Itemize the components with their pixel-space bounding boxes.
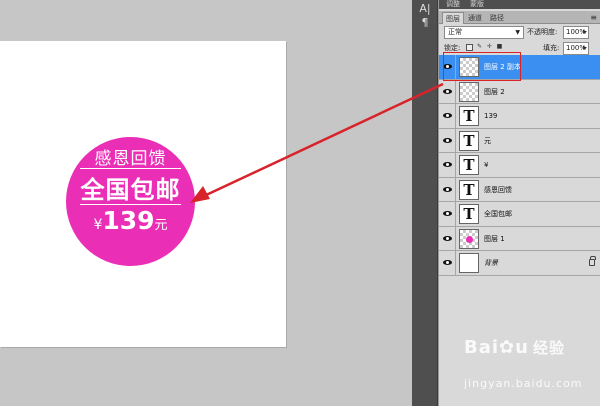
watermark-logo: Bai✿u 经验: [464, 337, 565, 358]
layer-row[interactable]: 图层 2: [439, 79, 600, 104]
blend-row: 正常 ▼ 不透明度: 100% ▶: [439, 25, 600, 40]
tab-adjustments[interactable]: 调整: [443, 0, 463, 9]
divider: [455, 104, 456, 128]
layer-thumbnail: [459, 81, 479, 102]
text-layer-icon: T: [459, 179, 479, 200]
lock-icon: [589, 256, 596, 266]
collapsed-panel-strip: A| ¶: [412, 0, 438, 406]
highlight-box: [443, 52, 521, 81]
layers-tab-bar: 图层 通道 路径 ≡: [439, 11, 600, 24]
watermark-url: jingyan.baidu.com: [464, 377, 583, 390]
layer-thumbnail: [459, 253, 479, 273]
layer-row[interactable]: T 元: [439, 128, 600, 153]
fill-label: 填充:: [543, 44, 560, 52]
badge-divider-top: [80, 168, 181, 169]
opacity-label: 不透明度:: [527, 28, 558, 36]
divider: [455, 251, 456, 275]
badge-unit: 元: [154, 218, 168, 233]
layer-list: 图层 2 副本 图层 2 T 139 T 元 T ¥ T 感恩回馈 T 全国包邮…: [439, 55, 600, 276]
blend-mode-value: 正常: [448, 28, 462, 36]
paragraph-icon[interactable]: ¶: [416, 15, 434, 31]
layer-name: 元: [484, 136, 491, 145]
eye-icon[interactable]: [443, 235, 452, 242]
eye-icon[interactable]: [443, 137, 452, 144]
pink-circle-preview: [466, 235, 473, 243]
tab-masks[interactable]: 蒙版: [467, 0, 487, 9]
layer-name: 全国包邮: [484, 210, 512, 218]
layer-row[interactable]: 图层 1: [439, 226, 600, 251]
layer-name: 139: [484, 112, 498, 120]
eye-icon[interactable]: [443, 186, 452, 193]
tab-layers[interactable]: 图层: [442, 12, 464, 24]
eye-icon[interactable]: [443, 210, 452, 217]
chevron-down-icon: ▼: [515, 29, 520, 36]
eye-icon[interactable]: [443, 88, 452, 95]
chevron-right-icon: ▶: [583, 29, 587, 35]
layer-name: ¥: [484, 161, 489, 169]
blend-mode-select[interactable]: 正常 ▼: [444, 26, 524, 39]
fill-input[interactable]: 100% ▶: [563, 42, 589, 55]
text-layer-icon: T: [459, 155, 479, 175]
eye-icon[interactable]: [443, 161, 452, 168]
layer-name: 背景: [484, 259, 498, 267]
layer-name: 图层 2: [484, 87, 505, 96]
badge-line1: 感恩回馈: [94, 149, 167, 169]
eye-icon[interactable]: [443, 259, 452, 266]
layer-thumbnail: [459, 228, 479, 249]
divider: [455, 226, 456, 250]
paw-icon: ✿: [499, 337, 516, 358]
adjustments-tab-bar: 调整 蒙版: [439, 0, 600, 9]
divider: [455, 153, 456, 177]
panel-menu-icon[interactable]: ≡: [590, 13, 597, 22]
layer-name: 感恩回馈: [484, 185, 512, 194]
eye-icon[interactable]: [443, 112, 452, 119]
opacity-input[interactable]: 100% ▶: [563, 26, 589, 39]
divider: [455, 128, 456, 152]
layer-row[interactable]: 背景: [439, 251, 600, 276]
divider: [455, 202, 456, 226]
price-badge: 感恩回馈 全国包邮 ¥139元: [66, 137, 195, 266]
badge-divider-bottom: [80, 204, 181, 205]
text-layer-icon: T: [459, 204, 479, 224]
layer-name: 图层 1: [484, 234, 505, 243]
lock-transparent-icon[interactable]: [466, 44, 473, 51]
tab-channels[interactable]: 通道: [465, 12, 485, 24]
canvas-area[interactable]: 感恩回馈 全国包邮 ¥139元: [0, 0, 412, 406]
document-canvas[interactable]: 感恩回馈 全国包邮 ¥139元: [0, 41, 286, 347]
badge-price: ¥139元: [66, 206, 195, 235]
tab-paths[interactable]: 路径: [487, 12, 507, 24]
lock-image-brush-icon[interactable]: ✎: [476, 44, 483, 51]
divider: [455, 79, 456, 103]
text-layer-icon: T: [459, 106, 479, 126]
lock-position-move-icon[interactable]: ✛: [486, 44, 493, 51]
badge-line2: 全国包邮: [80, 176, 181, 204]
watermark: Bai✿u 经验 jingyan.baidu.com: [464, 337, 600, 406]
divider: [455, 177, 456, 201]
layer-row[interactable]: T ¥: [439, 153, 600, 178]
chevron-right-icon: ▶: [583, 45, 587, 51]
layer-row[interactable]: T 139: [439, 104, 600, 129]
lock-all-icon[interactable]: ■: [496, 44, 503, 51]
badge-amount: 139: [102, 206, 155, 235]
text-layer-icon: T: [459, 130, 479, 151]
layer-row[interactable]: T 全国包邮: [439, 202, 600, 227]
layer-row[interactable]: T 感恩回馈: [439, 177, 600, 202]
